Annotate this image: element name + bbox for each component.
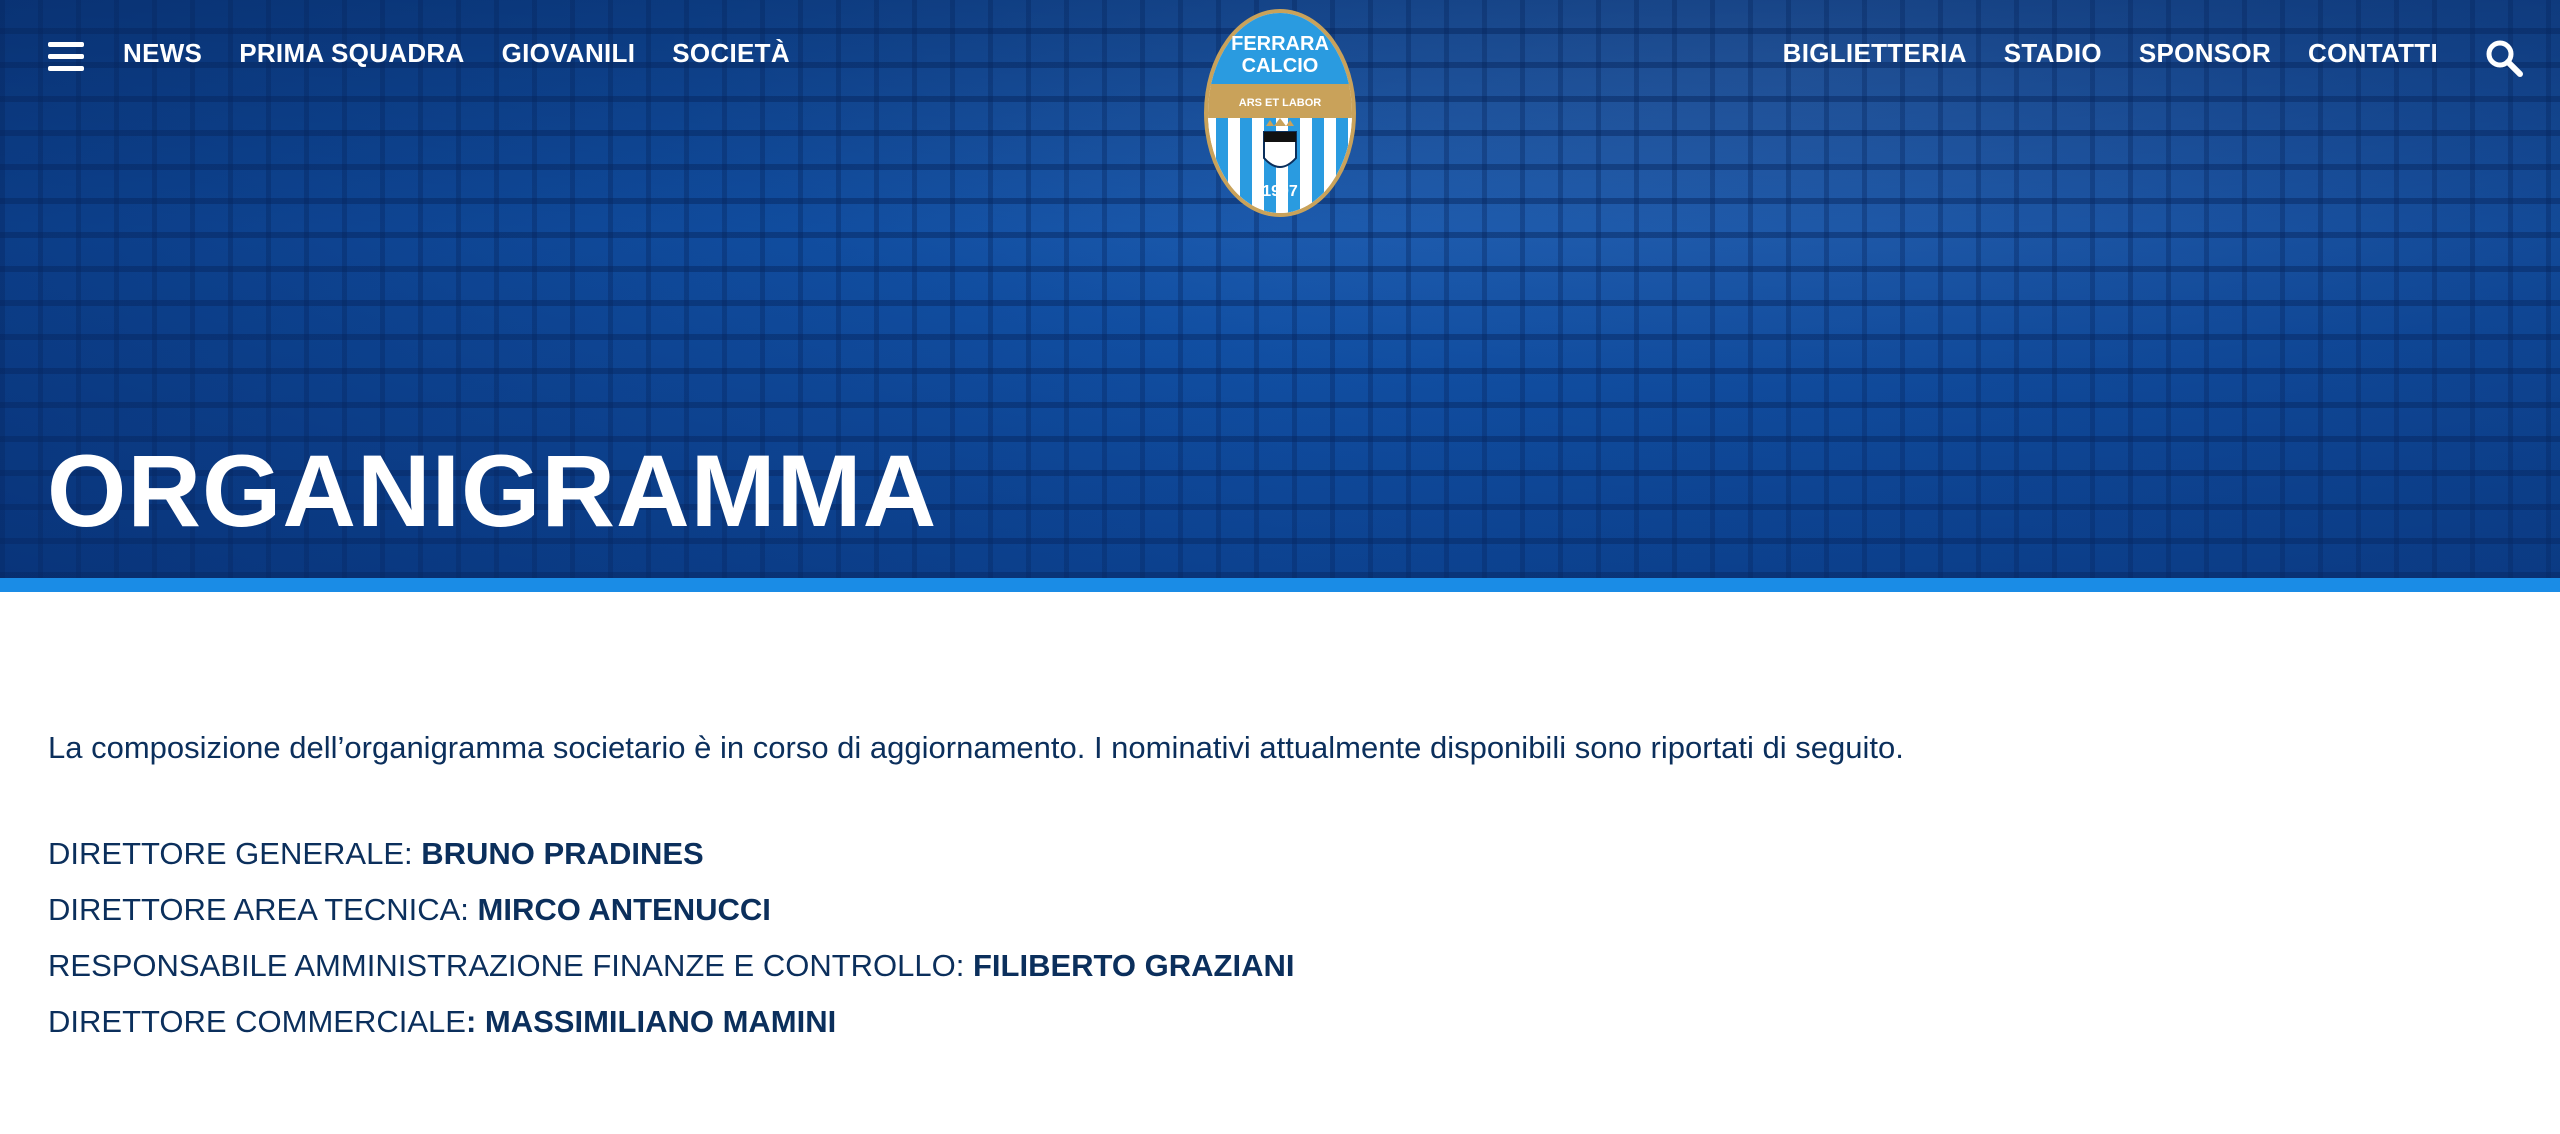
- role-person: FILIBERTO GRAZIANI: [973, 948, 1295, 984]
- main-content: La composizione dell’organigramma societ…: [48, 728, 2508, 1050]
- list-item: RESPONSABILE AMMINISTRAZIONE FINANZE E C…: [48, 938, 2508, 994]
- hero-banner: NEWS PRIMA SQUADRA GIOVANILI SOCIETÀ BIG…: [0, 0, 2560, 578]
- crest-year: 1907: [1262, 183, 1298, 200]
- nav-item-prima-squadra[interactable]: PRIMA SQUADRA: [239, 38, 464, 69]
- role-person: MIRCO ANTENUCCI: [477, 892, 771, 928]
- hamburger-menu-icon[interactable]: [48, 42, 84, 72]
- nav-item-giovanili[interactable]: GIOVANILI: [502, 38, 636, 69]
- list-item: DIRETTORE AREA TECNICA: MIRCO ANTENUCCI: [48, 882, 2508, 938]
- list-item: DIRETTORE GENERALE: BRUNO PRADINES: [48, 826, 2508, 882]
- role-person: : MASSIMILIANO MAMINI: [465, 1004, 837, 1040]
- role-title: DIRETTORE COMMERCIALE: [48, 1004, 466, 1040]
- nav-item-sponsor[interactable]: SPONSOR: [2139, 38, 2271, 69]
- role-person: BRUNO PRADINES: [421, 836, 704, 872]
- nav-left-group: NEWS PRIMA SQUADRA GIOVANILI SOCIETÀ: [123, 38, 790, 69]
- roles-list: DIRETTORE GENERALE: BRUNO PRADINES DIRET…: [48, 826, 2508, 1050]
- hero-accent-bar: [0, 578, 2560, 592]
- nav-item-contatti[interactable]: CONTATTI: [2308, 38, 2438, 69]
- intro-text: La composizione dell’organigramma societ…: [48, 730, 1904, 765]
- role-title: RESPONSABILE AMMINISTRAZIONE FINANZE E C…: [48, 948, 973, 984]
- nav-item-biglietteria[interactable]: BIGLIETTERIA: [1783, 38, 1967, 69]
- page-title: ORGANIGRAMMA: [47, 434, 938, 548]
- list-item: DIRETTORE COMMERCIALE: MASSIMILIANO MAMI…: [48, 994, 2508, 1050]
- nav-item-societa[interactable]: SOCIETÀ: [672, 38, 790, 69]
- crest-line2: CALCIO: [1242, 55, 1319, 77]
- role-title: DIRETTORE AREA TECNICA:: [48, 892, 478, 928]
- search-icon[interactable]: [2484, 38, 2524, 78]
- crest-line1: FERRARA: [1231, 33, 1329, 55]
- nav-item-stadio[interactable]: STADIO: [2004, 38, 2102, 69]
- crest-motto: ARS ET LABOR: [1239, 97, 1322, 109]
- nav-right-group: BIGLIETTERIA STADIO SPONSOR CONTATTI: [1783, 38, 2438, 69]
- nav-item-news[interactable]: NEWS: [123, 38, 202, 69]
- role-title: DIRETTORE GENERALE:: [48, 836, 422, 872]
- club-crest-logo[interactable]: FERRARA CALCIO ARS ET LABOR 1907: [1202, 8, 1358, 218]
